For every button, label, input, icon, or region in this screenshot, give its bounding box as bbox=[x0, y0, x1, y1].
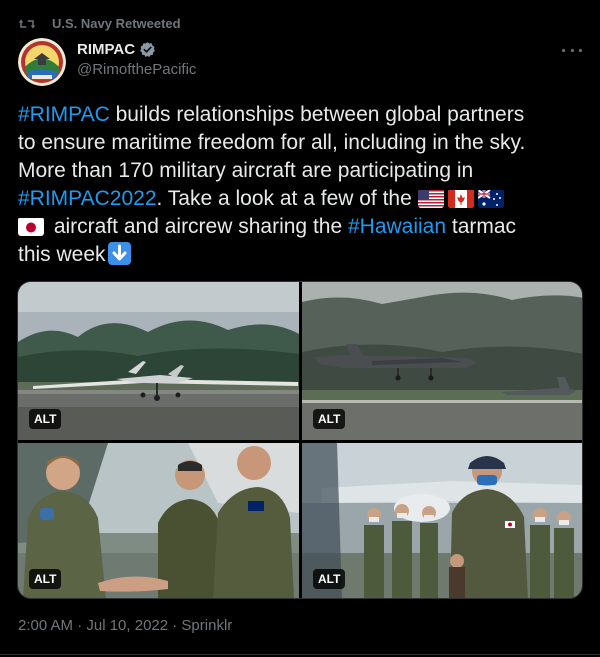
alt-badge[interactable]: ALT bbox=[313, 409, 346, 429]
drone-on-runway-photo[interactable]: ALT bbox=[18, 282, 299, 440]
tweet-text-segment: this week bbox=[18, 243, 106, 266]
more-options-icon[interactable] bbox=[562, 44, 582, 56]
us-flag-icon bbox=[417, 189, 444, 208]
aircrew-group-photo[interactable]: ALT bbox=[302, 443, 582, 598]
tweet-text-segment: tarmac bbox=[446, 215, 517, 238]
tweet-text-segment: . Take a look at a few of the bbox=[156, 187, 418, 210]
avatar[interactable] bbox=[18, 38, 66, 86]
retweet-label: U.S. Navy Retweeted bbox=[52, 16, 181, 31]
rimpac-logo-icon bbox=[18, 38, 66, 86]
divider bbox=[0, 654, 600, 655]
hashtag-hawaiian[interactable]: #Hawaiian bbox=[348, 215, 446, 238]
japan-flag-icon bbox=[18, 217, 44, 236]
canada-flag-icon bbox=[447, 189, 474, 208]
retweet-icon bbox=[18, 19, 36, 28]
tweet-text: #RIMPAC builds relationships between glo… bbox=[18, 101, 588, 269]
media-grid: ALT ALT ALT ALT bbox=[17, 281, 583, 599]
tweet-timestamp[interactable]: 2:00 AM · Jul 10, 2022 · Sprinklr bbox=[18, 617, 232, 634]
australia-flag-icon bbox=[477, 189, 504, 208]
author-handle[interactable]: @RimofthePacific bbox=[77, 61, 196, 78]
alt-badge[interactable]: ALT bbox=[29, 569, 62, 589]
tweet-author[interactable]: RIMPAC @RimofthePacific bbox=[77, 41, 196, 78]
hashtag-rimpac2022[interactable]: #RIMPAC2022 bbox=[18, 187, 157, 210]
tweet-text-segment: aircraft and aircrew sharing the bbox=[48, 215, 348, 238]
tweet-text-segment: to ensure maritime freedom for all, incl… bbox=[18, 131, 526, 154]
retweet-indicator[interactable]: U.S. Navy Retweeted bbox=[18, 16, 181, 31]
patrol-aircraft-landing-photo[interactable]: ALT bbox=[302, 282, 582, 440]
down-arrow-emoji-icon bbox=[107, 242, 131, 265]
author-name[interactable]: RIMPAC bbox=[77, 41, 135, 58]
tweet-text-segment: More than 170 military aircraft are part… bbox=[18, 159, 474, 182]
alt-badge[interactable]: ALT bbox=[29, 409, 62, 429]
aircrew-handshake-photo[interactable]: ALT bbox=[18, 443, 299, 598]
verified-badge-icon bbox=[140, 42, 155, 57]
tweet-text-segment: builds relationships between global part… bbox=[109, 103, 525, 126]
alt-badge[interactable]: ALT bbox=[313, 569, 346, 589]
hashtag-rimpac[interactable]: #RIMPAC bbox=[18, 103, 110, 126]
